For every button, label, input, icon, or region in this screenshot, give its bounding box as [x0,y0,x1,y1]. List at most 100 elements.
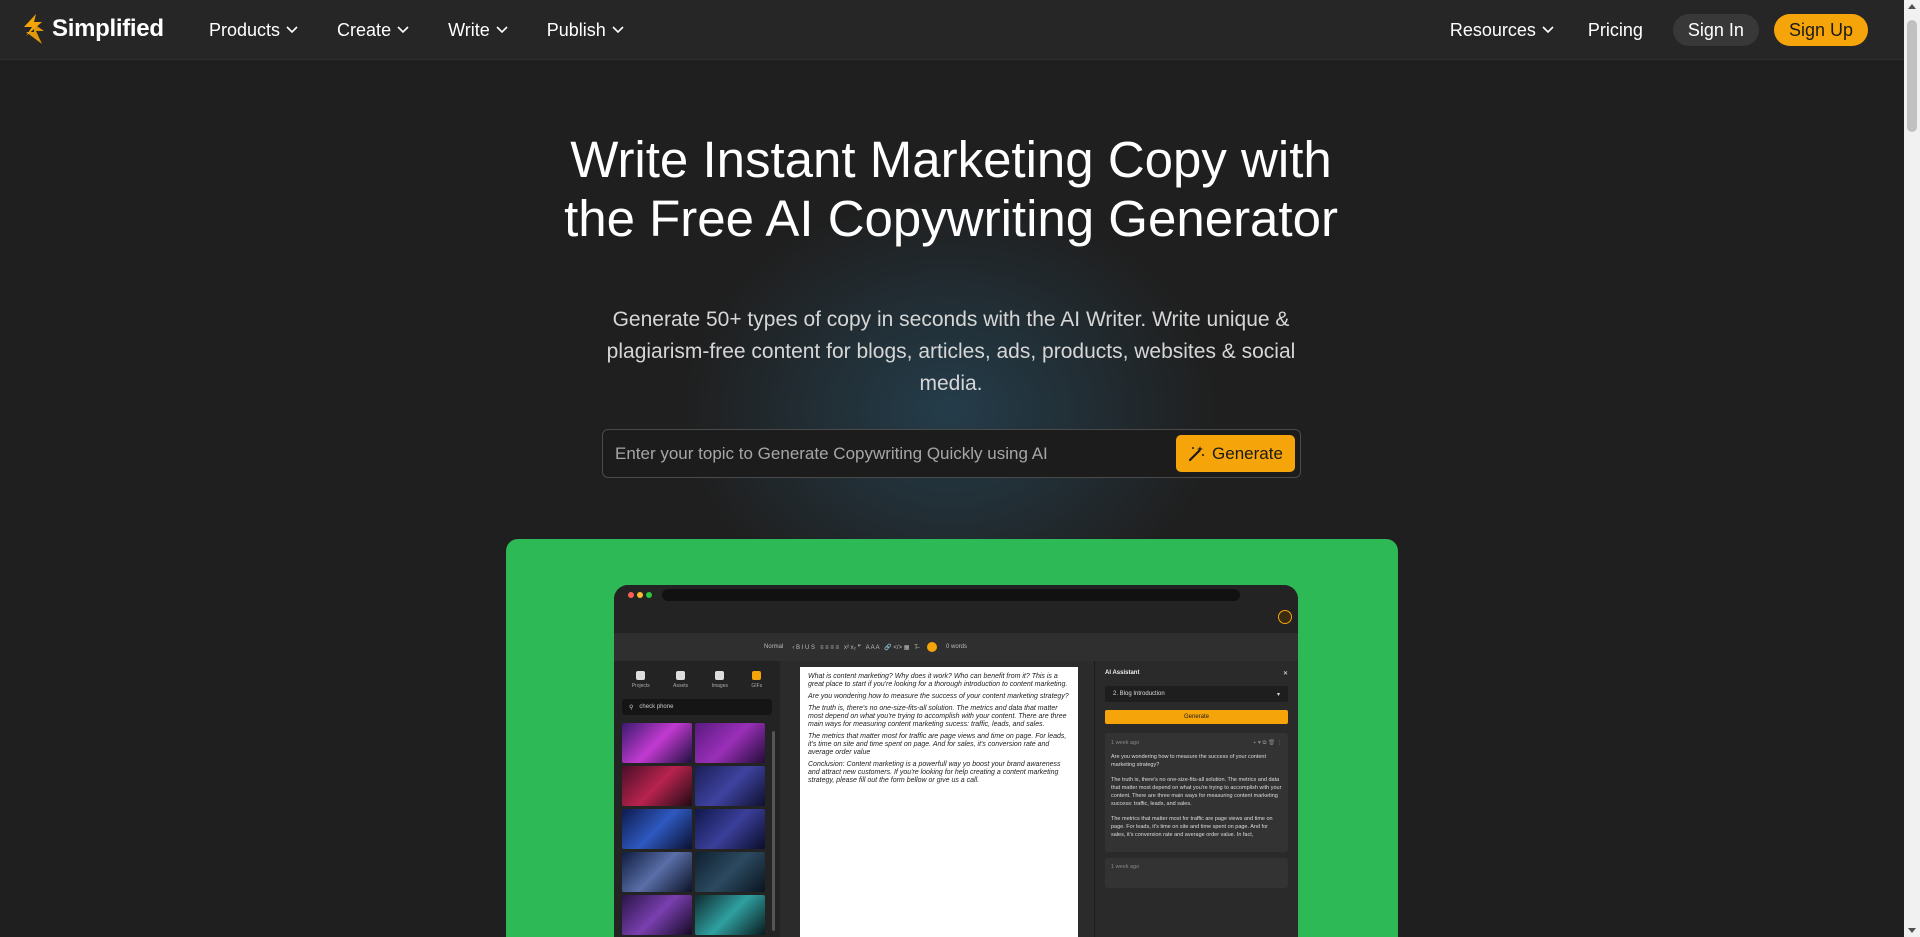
nav-products[interactable]: Products [209,20,298,41]
generate-button-label: Generate [1212,443,1283,463]
topic-input[interactable] [615,430,1155,477]
chevron-down-icon [496,26,508,34]
folder-icon [676,671,686,680]
mockup-search-value: check phone [639,704,674,710]
mockup-tab-projects: Projects [632,671,650,689]
window-close-dot [628,592,634,598]
ai-panel-header: AI Assistant ✕ [1095,661,1298,677]
hero-title: Write Instant Marketing Copy with the Fr… [564,131,1338,247]
window-maximize-dot [646,592,652,598]
mockup-ai-assistant-panel: AI Assistant ✕ 2. Blog Introduction ▾ Ge… [1094,661,1298,937]
gif-thumbnail [695,723,765,763]
mockup-editor-toolbar: Normal ‹ B I U S ≡ ≡ ≡ ≡ x² x₂ ❞ A A A 🔗… [614,633,1298,661]
ai-generate-label: Generate [1183,714,1210,720]
mockup-tab-label: Images [711,683,728,689]
generate-button[interactable]: Generate [1176,435,1295,472]
app-screenshot-mockup: Normal ‹ B I U S ≡ ≡ ≡ ≡ x² x₂ ❞ A A A 🔗… [614,585,1298,937]
scroll-up-arrow-icon[interactable] [1908,4,1916,9]
ai-card-time: 1 week ago [1111,864,1140,870]
chevron-down-icon [1542,26,1554,34]
doc-paragraph: The metrics that matter most for traffic… [808,733,1067,756]
nav-create[interactable]: Create [337,20,409,41]
toolbar-word-count: 0 words [945,644,967,650]
mockup-panel-scrollbar [772,731,775,931]
nav-create-label: Create [337,19,392,40]
topic-search-box: Generate [602,429,1301,478]
toolbar-format-icons: ‹ B I U S ≡ ≡ ≡ ≡ x² x₂ ❞ A A A 🔗 </> ▦ … [792,644,918,651]
nav-pricing[interactable]: Pricing [1588,20,1643,41]
gif-thumbnail [622,809,692,849]
mockup-window-bar [614,585,1298,633]
chevron-down-icon [612,26,624,34]
image-icon [715,671,725,680]
hero-subtitle: Generate 50+ types of copy in seconds wi… [606,308,1296,395]
mockup-tab-images: Images [712,671,728,689]
gif-thumbnail [695,809,765,849]
mockup-document: What is content marketing? Why does it w… [800,667,1078,937]
doc-paragraph: Are you wondering how to measure the suc… [808,693,1069,700]
ai-card-paragraph: Are you wondering how to measure the suc… [1111,754,1267,768]
nav-menu: Products Create Write Publish [209,0,663,60]
window-minimize-dot [637,592,643,598]
sign-up-button[interactable]: Sign Up [1773,14,1868,46]
doc-paragraph: Conclusion: Content marketing is a power… [808,761,1061,784]
mockup-left-tabs: Projects Assets Images GIFs [614,661,780,689]
page-scrollbar[interactable] [1904,0,1920,937]
nav-products-label: Products [209,19,281,40]
scrollbar-thumb[interactable] [1907,20,1917,132]
gif-thumbnail [622,766,692,806]
close-icon: ✕ [1282,671,1288,677]
mockup-avatar-icon [1278,610,1292,624]
gif-thumbnail [695,895,765,935]
mockup-gif-search: ⚲ check phone [622,699,772,715]
gif-thumbnail [695,852,765,892]
doc-paragraph: The truth is, there's no one-size-fits-a… [808,705,1067,728]
gif-thumbnail [695,766,765,806]
ai-card-paragraph: The truth is, there's no one-size-fits-a… [1111,777,1282,807]
mockup-tab-gifs: GIFs [751,671,762,689]
ai-panel-title: AI Assistant [1105,670,1140,676]
mockup-gif-grid [622,723,772,935]
logo[interactable]: Simplified [22,14,164,44]
ai-card-paragraph: The metrics that matter most for traffic… [1111,816,1273,838]
ai-template-value: 2. Blog Introduction [1113,691,1165,697]
nav-write-label: Write [448,19,490,40]
search-icon: ⚲ [629,704,634,711]
mockup-tab-assets: Assets [673,671,688,689]
ai-template-select: 2. Blog Introduction ▾ [1105,686,1288,702]
mockup-tab-label: Projects [631,683,650,689]
mockup-url-bar [662,589,1240,601]
ai-result-card: 1 week ago [1105,858,1288,888]
gif-thumbnail [622,852,692,892]
magic-wand-icon [1188,446,1205,462]
chevron-down-icon [397,26,409,34]
simplified-logo-icon [24,14,44,44]
chevron-down-icon [286,26,298,34]
nav-publish[interactable]: Publish [547,20,624,41]
nav-publish-label: Publish [546,19,606,40]
brand-name: Simplified [52,15,164,42]
nav-right: Resources Pricing Sign In Sign Up [1450,0,1868,60]
gif-icon [752,671,762,680]
toolbar-style-select: Normal [764,644,784,650]
top-nav: Simplified Products Create Write Publish… [0,0,1904,60]
mockup-left-panel: Projects Assets Images GIFs ⚲ check phon… [614,661,780,937]
nav-resources-label: Resources [1449,19,1536,40]
sign-in-button[interactable]: Sign In [1672,14,1759,46]
gif-thumbnail [622,895,692,935]
gif-thumbnail [622,723,692,763]
ai-card-header: 1 week ago + ♥ ⧉ 🗑 ⋮ [1111,739,1282,747]
nav-resources[interactable]: Resources [1450,20,1554,41]
doc-paragraph: What is content marketing? Why does it w… [808,673,1068,688]
mockup-tab-label: Assets [673,683,689,689]
chevron-down-icon: ▾ [1276,691,1280,698]
ai-card-time: 1 week ago [1111,740,1140,746]
clock-icon [636,671,646,680]
nav-write[interactable]: Write [448,20,508,41]
mockup-tab-label: GIFs [751,683,763,689]
ai-card-action-icons: + ♥ ⧉ 🗑 ⋮ [1253,740,1282,746]
scroll-down-arrow-icon[interactable] [1908,928,1916,933]
ai-result-card: 1 week ago + ♥ ⧉ 🗑 ⋮ Are you wondering h… [1105,733,1288,852]
ai-generate-button: Generate [1105,710,1288,724]
toolbar-ai-icon [926,642,937,652]
